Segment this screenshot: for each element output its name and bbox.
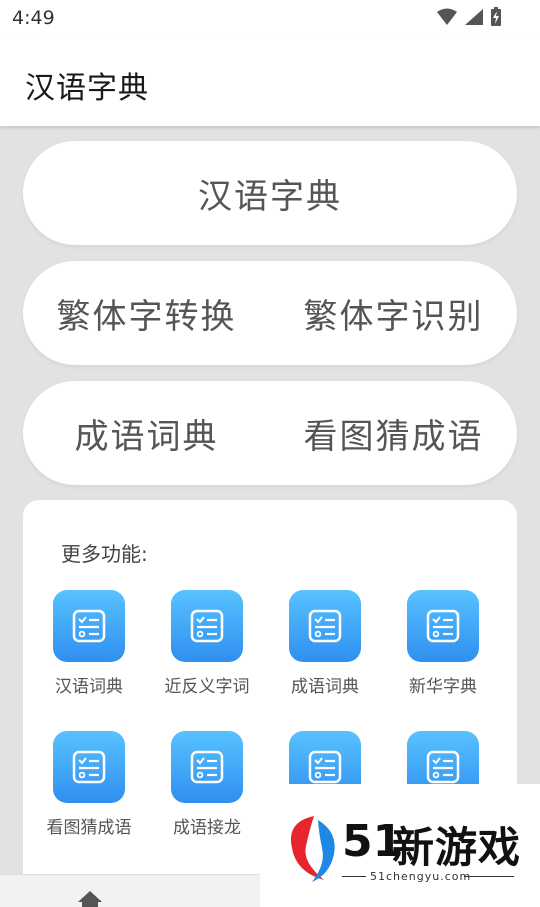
checklist-icon [53, 590, 125, 662]
brand-logo-icon [290, 816, 335, 882]
app-bar: 汉语字典 [0, 36, 540, 126]
feature-item[interactable]: 汉语词典 [30, 590, 148, 697]
feature-item[interactable]: 近反义字词 [148, 590, 266, 697]
hanyu-zidian-button[interactable]: 汉语字典 [198, 169, 342, 218]
status-time: 4:49 [12, 7, 55, 29]
feature-label: 成语接龙 [173, 818, 241, 838]
bottom-nav [0, 874, 260, 907]
status-bar: 4:49 [0, 0, 540, 36]
cellular-signal-icon [465, 9, 483, 25]
home-icon[interactable] [76, 889, 104, 907]
checklist-icon [407, 590, 479, 662]
fantizi-convert-button[interactable]: 繁体字转换 [23, 289, 270, 338]
feature-label: 看图猜成语 [46, 818, 132, 838]
checklist-icon [289, 590, 361, 662]
checklist-icon [171, 590, 243, 662]
feature-label: 汉语词典 [55, 677, 123, 697]
watermark-logo: 51 新游戏 51chengyu.com [280, 784, 540, 907]
feature-item[interactable]: 看图猜成语 [30, 731, 148, 838]
feature-label: 新华字典 [409, 677, 477, 697]
wifi-icon [437, 8, 457, 25]
status-icons [436, 7, 502, 27]
fantizi-recognize-button[interactable]: 繁体字识别 [270, 289, 517, 338]
watermark-url: 51chengyu.com [370, 870, 472, 883]
watermark-line-left [342, 876, 366, 877]
more-features-title: 更多功能: [61, 542, 148, 566]
guess-chengyu-button[interactable]: 看图猜成语 [270, 409, 517, 458]
feature-item[interactable]: 新华字典 [384, 590, 502, 697]
watermark-line-right [464, 876, 514, 877]
checklist-icon [53, 731, 125, 803]
feature-item[interactable]: 成语词典 [266, 590, 384, 697]
app-title: 汉语字典 [25, 71, 149, 106]
battery-charging-icon [491, 7, 501, 26]
checklist-icon [171, 731, 243, 803]
feature-label: 近反义字词 [164, 677, 250, 697]
chengyu-dictionary-button[interactable]: 成语词典 [23, 409, 270, 458]
card-chengyu: 成语词典 看图猜成语 [23, 381, 517, 485]
feature-label: 成语词典 [291, 677, 359, 697]
card-hanyu-zidian: 汉语字典 [23, 141, 517, 245]
watermark-name: 新游戏 [392, 823, 522, 872]
feature-item[interactable]: 成语接龙 [148, 731, 266, 838]
card-fantizi: 繁体字转换 繁体字识别 [23, 261, 517, 365]
